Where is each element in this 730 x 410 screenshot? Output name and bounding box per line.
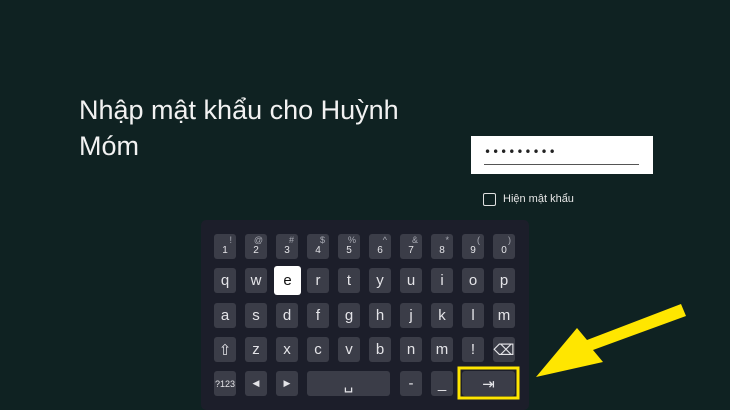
annotation-arrow (536, 304, 686, 377)
annotation-overlay (457, 304, 686, 400)
highlight-box (457, 366, 520, 400)
